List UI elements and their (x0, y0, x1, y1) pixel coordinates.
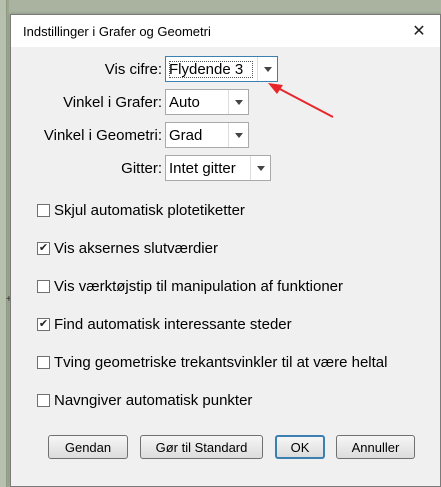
checkbox-label: Vis værktøjstip til manipulation af funk… (54, 277, 344, 295)
geometry-angle-value: Grad (169, 126, 203, 144)
field-label-graph-angle: Vinkel i Grafer: (63, 93, 162, 111)
checkbox-function-tooltip[interactable] (37, 279, 50, 293)
cancel-button[interactable]: Annuller (336, 435, 415, 459)
close-icon: ✕ (412, 23, 426, 40)
chevron-down-icon (257, 57, 277, 81)
grid-value: Intet gitter (169, 159, 236, 177)
checkbox-row-points-of-interest[interactable]: ✔ Find automatisk interessante steder (37, 313, 292, 335)
checkbox-label: Navngiver automatisk punkter (54, 391, 253, 409)
grid-select[interactable]: Intet gitter (165, 155, 271, 181)
checkbox-points-of-interest[interactable]: ✔ (37, 317, 50, 331)
close-button[interactable]: ✕ (404, 18, 434, 44)
checkbox-label: Find automatisk interessante steder (54, 315, 292, 333)
dialog-button-bar: Gendan Gør til Standard OK Annuller (11, 435, 440, 463)
checkbox-row-integer-angles[interactable]: Tving geometriske trekantsvinkler til at… (37, 351, 387, 373)
checkbox-label: Tving geometriske trekantsvinkler til at… (54, 353, 388, 371)
field-graph-angle: Vinkel i Grafer: Auto (11, 88, 249, 116)
graph-angle-value: Auto (169, 93, 200, 111)
chevron-down-icon (250, 156, 270, 180)
display-digits-select[interactable]: Flydende 3 (165, 56, 278, 82)
checkbox-auto-label-points[interactable] (37, 393, 50, 407)
checkbox-row-function-tooltip[interactable]: Vis værktøjstip til manipulation af funk… (37, 275, 343, 297)
checkbox-label: Vis aksernes slutværdier (54, 239, 218, 257)
field-label-display-digits: Vis cifre: (104, 60, 162, 78)
graph-angle-select[interactable]: Auto (165, 89, 249, 115)
make-default-button[interactable]: Gør til Standard (140, 435, 263, 459)
field-grid: Gitter: Intet gitter (11, 154, 271, 182)
chevron-down-icon (228, 123, 248, 147)
checkbox-hide-plot-labels[interactable] (37, 203, 50, 217)
field-geometry-angle: Vinkel i Geometri: Grad (11, 121, 249, 149)
checkbox-row-hide-plot-labels[interactable]: Skjul automatisk plotetiketter (37, 199, 245, 221)
checkbox-label: Skjul automatisk plotetiketter (54, 201, 245, 219)
geometry-angle-select[interactable]: Grad (165, 122, 249, 148)
display-digits-value: Flydende 3 (169, 60, 253, 78)
field-label-grid: Gitter: (121, 159, 162, 177)
checkbox-row-auto-label-points[interactable]: Navngiver automatisk punkter (37, 389, 252, 411)
checkbox-integer-angles[interactable] (37, 355, 50, 369)
dialog-content: Vis cifre: Flydende 3 Vinkel i Grafer: A… (11, 47, 440, 486)
background-app-panel (0, 0, 7, 487)
settings-dialog: Indstillinger i Grafer og Geometri ✕ Vis… (10, 14, 441, 487)
dialog-titlebar: Indstillinger i Grafer og Geometri ✕ (11, 15, 440, 47)
dialog-title: Indstillinger i Grafer og Geometri (23, 24, 211, 39)
restore-button[interactable]: Gendan (48, 435, 128, 459)
checkbox-row-axis-end-values[interactable]: ✔ Vis aksernes slutværdier (37, 237, 218, 259)
ok-button[interactable]: OK (275, 435, 325, 459)
field-label-geometry-angle: Vinkel i Geometri: (43, 126, 162, 144)
field-display-digits: Vis cifre: Flydende 3 (11, 55, 278, 83)
chevron-down-icon (228, 90, 248, 114)
checkbox-axis-end-values[interactable]: ✔ (37, 241, 50, 255)
